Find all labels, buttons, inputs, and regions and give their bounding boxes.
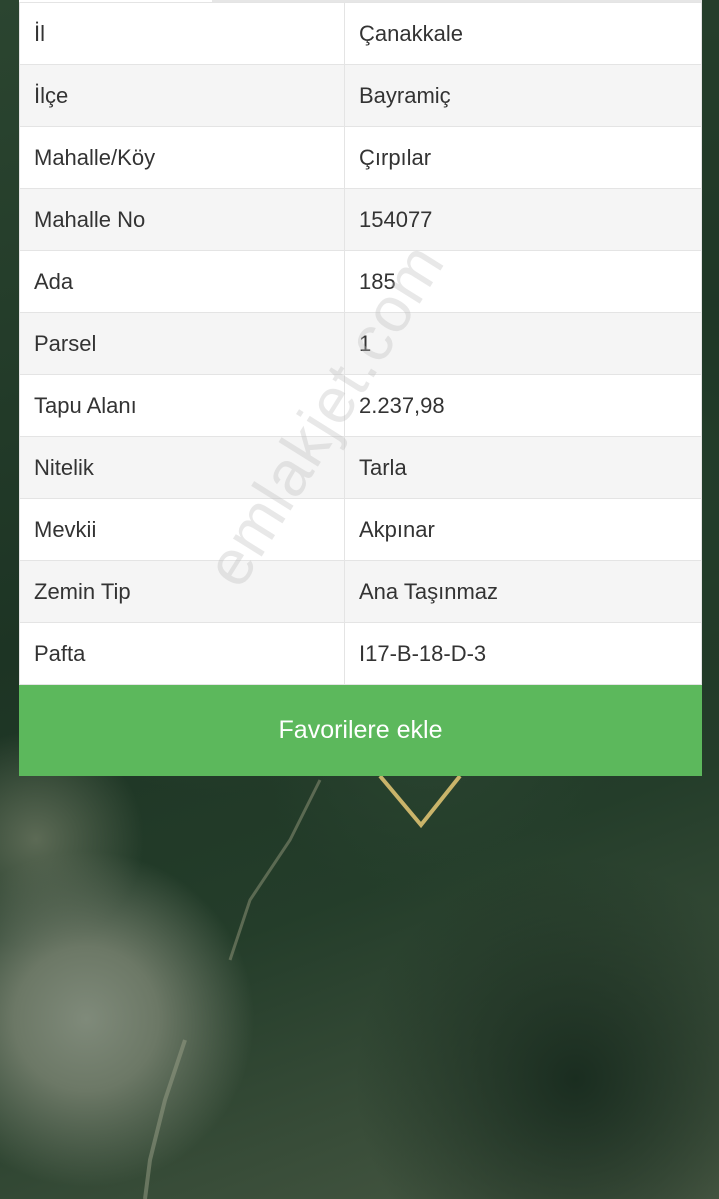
table-row: Mahalle/Köy Çırpılar <box>19 126 702 189</box>
row-label: Mahalle/Köy <box>19 126 345 189</box>
row-label: Pafta <box>19 622 345 685</box>
row-label: Tapu Alanı <box>19 374 345 437</box>
parcel-boundary <box>378 774 462 829</box>
table-row: Pafta I17-B-18-D-3 <box>19 622 702 685</box>
table-row: Mevkii Akpınar <box>19 498 702 561</box>
table-row: Zemin Tip Ana Taşınmaz <box>19 560 702 623</box>
row-value: Akpınar <box>344 498 702 561</box>
table-row: İlçe Bayramiç <box>19 64 702 127</box>
table-row: Tapu Alanı 2.237,98 <box>19 374 702 437</box>
row-value: 2.237,98 <box>344 374 702 437</box>
row-value: 154077 <box>344 188 702 251</box>
table-row: Nitelik Tarla <box>19 436 702 499</box>
table-row: Ada 185 <box>19 250 702 313</box>
row-value: Tarla <box>344 436 702 499</box>
parcel-details-table: İl Çanakkale İlçe Bayramiç Mahalle/Köy Çırp… <box>19 2 702 685</box>
row-label: Mevkii <box>19 498 345 561</box>
row-value: 185 <box>344 250 702 313</box>
row-value: I17-B-18-D-3 <box>344 622 702 685</box>
row-label: İl <box>19 2 345 65</box>
row-label: Zemin Tip <box>19 560 345 623</box>
row-label: Ada <box>19 250 345 313</box>
parcel-details-panel: İl Çanakkale İlçe Bayramiç Mahalle/Köy Çırp… <box>19 2 702 685</box>
row-value: 1 <box>344 312 702 375</box>
row-label: İlçe <box>19 64 345 127</box>
row-label: Parsel <box>19 312 345 375</box>
row-value: Ana Taşınmaz <box>344 560 702 623</box>
row-label: Mahalle No <box>19 188 345 251</box>
row-value: Bayramiç <box>344 64 702 127</box>
row-label: Nitelik <box>19 436 345 499</box>
table-row: Parsel 1 <box>19 312 702 375</box>
row-value: Çırpılar <box>344 126 702 189</box>
add-to-favorites-button[interactable]: Favorilere ekle <box>19 685 702 776</box>
table-row: Mahalle No 154077 <box>19 188 702 251</box>
row-value: Çanakkale <box>344 2 702 65</box>
table-row: İl Çanakkale <box>19 2 702 65</box>
